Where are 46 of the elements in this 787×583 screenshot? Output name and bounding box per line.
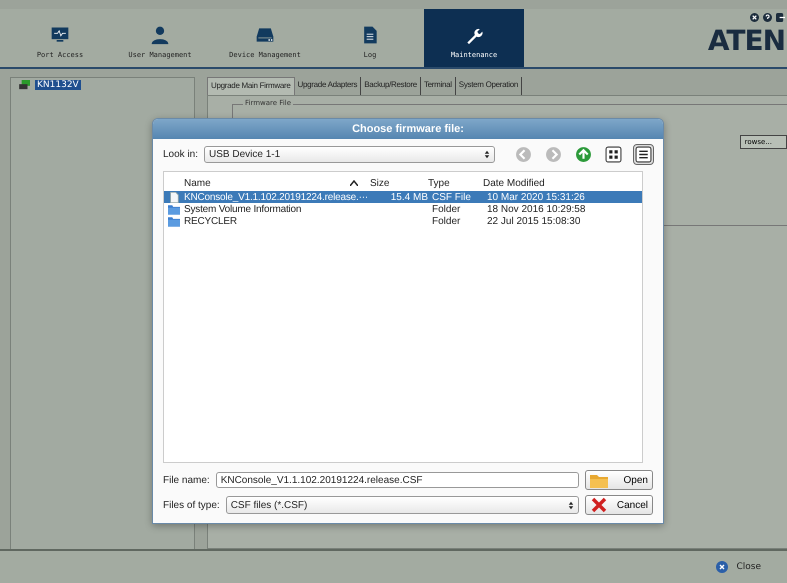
file-size: 15.4 MB — [390, 192, 429, 202]
file-type: Folder — [432, 204, 462, 214]
updown-arrow-icon — [484, 150, 490, 159]
logout-icon[interactable] — [776, 13, 785, 22]
file-name-field[interactable]: KNConsole_V1.1.102.20191224.release.CSF — [216, 472, 579, 488]
detail-view-icon[interactable] — [634, 145, 653, 164]
file-type: CSF File — [432, 192, 472, 202]
file-name: RECYCLER — [184, 216, 238, 226]
column-header[interactable]: Date Modified — [483, 178, 593, 188]
file-row[interactable]: System Volume Information Folder 18 Nov 2016 10:29:58 — [164, 203, 642, 215]
close-button[interactable]: Close — [710, 560, 767, 574]
user-icon — [150, 25, 170, 45]
tree-item[interactable]: KN1132V — [35, 80, 81, 90]
cancel-button[interactable]: Cancel — [585, 495, 653, 515]
file-name: System Volume Information — [184, 204, 302, 214]
brand-logo: ATEN — [708, 24, 785, 57]
look-in-dropdown[interactable]: USB Device 1-1 — [204, 146, 495, 163]
look-in-label: Look in: — [163, 149, 198, 160]
cross-icon — [590, 497, 608, 513]
folder-icon — [590, 472, 608, 488]
folder-icon — [168, 204, 180, 214]
file-type: Folder — [432, 216, 462, 226]
file-row[interactable]: KNConsole_V1.1.102.20191224.release.··· 15.4 MB CSF File 10 Mar 2020 15:31:26 — [164, 191, 642, 203]
file-type-label: Files of type: — [163, 500, 220, 510]
file-date: 10 Mar 2020 15:31:26 — [487, 192, 586, 202]
file-icon — [168, 192, 180, 202]
updown-arrow-icon — [568, 500, 574, 510]
column-header[interactable]: Type — [428, 178, 483, 188]
open-button[interactable]: Open — [585, 470, 653, 490]
dialog-title: Choose firmware file: — [153, 119, 663, 139]
close-icon — [716, 561, 728, 573]
column-header[interactable]: Name — [184, 178, 350, 188]
file-date: 18 Nov 2016 10:29:58 — [487, 204, 586, 214]
file-name: KNConsole_V1.1.102.20191224.release.··· — [184, 192, 368, 202]
file-date: 22 Jul 2015 15:08:30 — [487, 216, 582, 226]
file-type-dropdown[interactable]: CSF files (*.CSF) — [226, 496, 579, 514]
tab[interactable]: Upgrade Main Firmware — [207, 77, 295, 95]
icon-view-icon[interactable] — [604, 145, 623, 164]
close-icon[interactable] — [750, 13, 759, 22]
computer-icon — [19, 80, 31, 90]
column-header[interactable]: Size — [370, 178, 428, 188]
help-icon[interactable] — [763, 13, 772, 22]
sort-caret-icon — [350, 180, 358, 186]
folder-icon — [168, 216, 180, 226]
file-name-label: File name: — [163, 474, 210, 486]
file-row[interactable]: RECYCLER Folder 22 Jul 2015 15:08:30 — [164, 215, 642, 227]
